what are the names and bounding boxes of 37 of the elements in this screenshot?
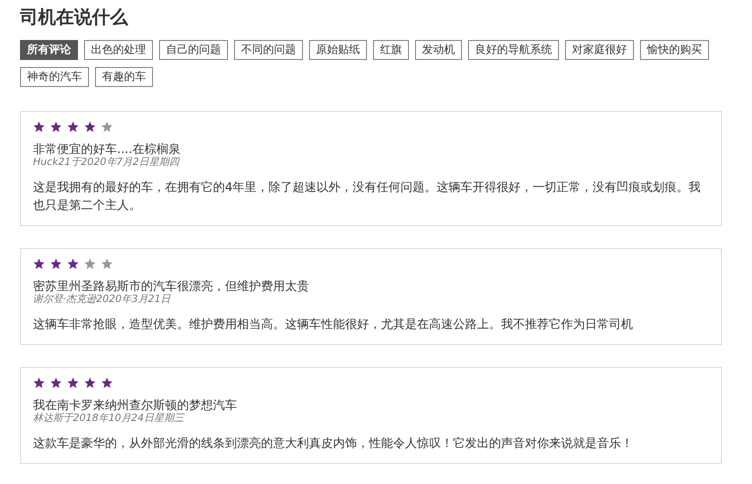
star-icon: [33, 121, 45, 133]
star-icon: [67, 121, 79, 133]
filter-tag[interactable]: 所有评论: [20, 40, 78, 60]
filter-tag[interactable]: 出色的处理: [84, 40, 153, 60]
filter-tag[interactable]: 良好的导航系统: [468, 40, 559, 60]
review-headline: 密苏里州圣路易斯市的汽车很漂亮，但维护费用太贵: [33, 279, 310, 294]
filter-tag[interactable]: 神奇的汽车: [20, 67, 89, 87]
review-headline: 非常便宜的好车....在棕榈泉: [33, 142, 182, 156]
filter-tag[interactable]: 愉快的购买: [640, 40, 709, 60]
star-icon: [84, 121, 96, 133]
star-icon: [84, 258, 96, 270]
star-icon: [33, 377, 45, 389]
star-icon: [50, 258, 62, 270]
star-icon: [101, 377, 113, 389]
filter-tag[interactable]: 发动机: [415, 40, 462, 60]
filter-tag[interactable]: 有趣的车: [95, 67, 153, 87]
review-body: 这是我拥有的最好的车，在拥有它的4年里，除了超速以外，没有任何问题。这辆车开得很好，一切正常，没有凹痕或划痕。我也只是第二个主人。: [33, 179, 702, 214]
page-title: 司机在说什么: [20, 6, 128, 30]
star-icon: [84, 377, 96, 389]
filter-tag[interactable]: 不同的问题: [234, 40, 303, 60]
filter-tag[interactable]: 对家庭很好: [565, 40, 634, 60]
review-meta: Huck21于2020年7月2日星期四: [33, 157, 181, 169]
review-meta: 林达斯于2018年10月24日星期三: [33, 413, 186, 425]
review-body: 这款车是豪华的，从外部光滑的线条到漂亮的意大利真皮内饰，性能令人惊叹！它发出的声音对你来说就是音乐！: [33, 435, 634, 452]
filter-tag[interactable]: 自己的问题: [159, 40, 228, 60]
review-body: 这辆车非常抢眼，造型优美。维护费用相当高。这辆车性能很好，尤其是在高速公路上。我不推荐它作为日常司机: [33, 316, 634, 333]
filter-tag[interactable]: 红旗: [373, 40, 409, 60]
star-icon: [101, 121, 113, 133]
filter-tag[interactable]: 原始贴纸: [309, 40, 367, 60]
star-icon: [50, 121, 62, 133]
star-icon: [67, 377, 79, 389]
star-icon: [101, 258, 113, 270]
star-icon: [33, 258, 45, 270]
review-headline: 我在南卡罗来纳州查尔斯顿的梦想汽车: [33, 398, 238, 412]
review-meta: 谢尔登·杰克逊2020年3月21日: [33, 294, 172, 306]
star-icon: [50, 377, 62, 389]
star-icon: [67, 258, 79, 270]
